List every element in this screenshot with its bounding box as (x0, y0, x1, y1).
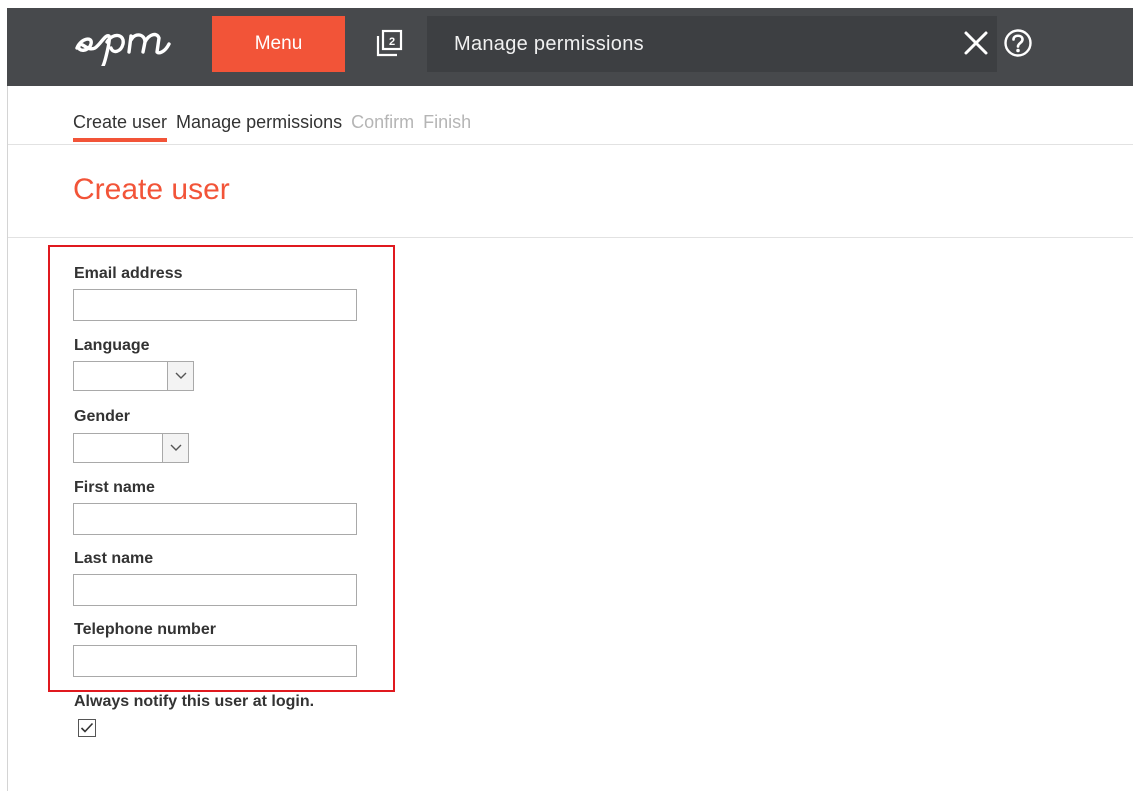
epi-logo[interactable] (73, 22, 183, 66)
telephone-label: Telephone number (74, 621, 216, 638)
chevron-down-icon[interactable] (167, 362, 193, 390)
open-tabs-icon[interactable]: 2 (374, 29, 404, 59)
steps-divider (8, 144, 1133, 145)
help-icon[interactable] (1003, 28, 1033, 58)
top-navigation-bar: Menu 2 Manage permissions (7, 8, 1133, 86)
page: Menu 2 Manage permissions Create user Ma… (0, 0, 1133, 791)
svg-text:2: 2 (389, 36, 395, 48)
step-manage-permissions[interactable]: Manage permissions (176, 112, 342, 142)
step-create-user[interactable]: Create user (73, 112, 168, 142)
telephone-field[interactable] (73, 645, 357, 677)
chevron-down-icon[interactable] (162, 434, 188, 462)
last-name-label: Last name (74, 550, 154, 567)
gender-select[interactable] (73, 433, 189, 463)
context-title-box: Manage permissions (427, 16, 997, 72)
notify-checkbox[interactable] (78, 719, 96, 737)
title-divider (8, 237, 1133, 238)
menu-button[interactable]: Menu (212, 16, 345, 72)
checkmark-icon (80, 722, 94, 733)
step-finish: Finish (423, 112, 472, 132)
language-label: Language (74, 337, 150, 354)
wizard-steps: Create user Manage permissions Confirm F… (73, 112, 480, 142)
last-name-field[interactable] (73, 574, 357, 606)
page-title: Create user (73, 173, 230, 206)
context-title: Manage permissions (454, 33, 644, 55)
step-confirm: Confirm (351, 112, 415, 132)
first-name-label: First name (74, 479, 155, 496)
language-select[interactable] (73, 361, 194, 391)
gender-label: Gender (74, 408, 131, 425)
notify-label: Always notify this user at login. (74, 693, 315, 710)
close-icon[interactable] (963, 30, 989, 56)
first-name-field[interactable] (73, 503, 357, 535)
content-left-border (7, 86, 8, 791)
email-label: Email address (74, 265, 183, 282)
email-field[interactable] (73, 289, 357, 321)
